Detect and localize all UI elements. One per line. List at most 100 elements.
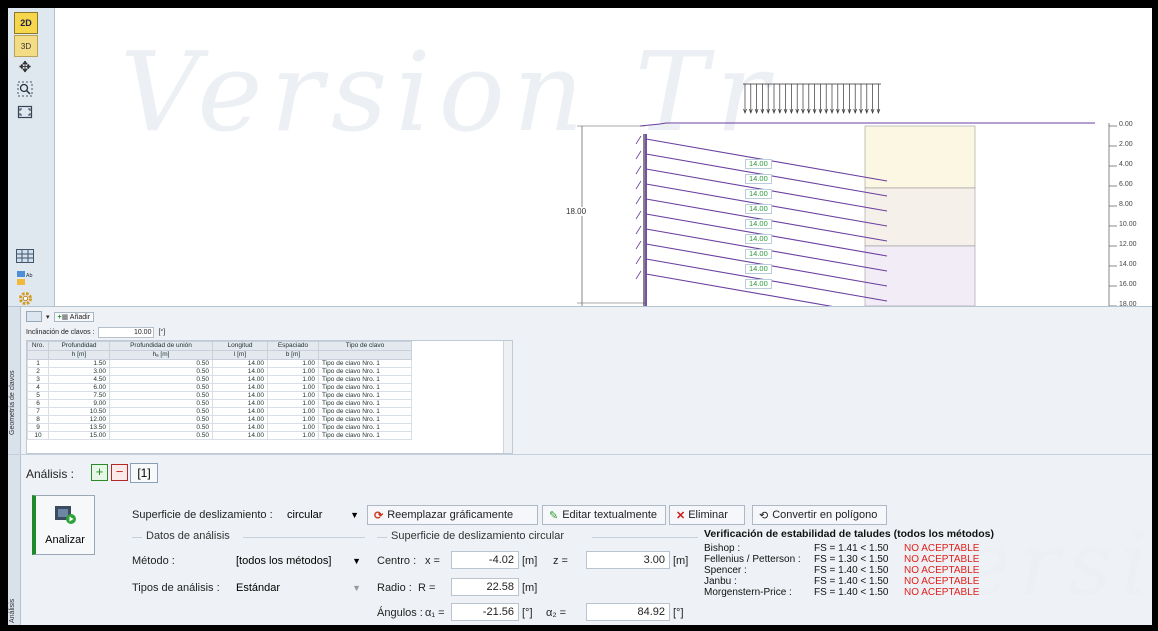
nail-table-header: Profundidad — [48, 341, 110, 351]
analysis-tab-label: Análisis : — [26, 467, 75, 481]
nail-table-cell: 1.00 — [267, 383, 319, 392]
nail-length-label: 14.00 — [745, 249, 772, 259]
alpha1-input[interactable]: -21.56 — [451, 603, 519, 621]
chevron-down-icon: ▼ — [352, 583, 361, 593]
nail-table-cell: 15.00 — [48, 431, 110, 440]
verification-method: Morgenstern-Price : — [704, 587, 792, 598]
remove-analysis-button[interactable]: − — [111, 464, 128, 481]
nail-head-marker — [635, 240, 642, 250]
nail-table-row[interactable]: 3 4.50 0.50 14.00 1.00 Tipo de clavo Nro. 1 — [27, 375, 412, 384]
label-settings-icon[interactable]: Ab — [14, 268, 36, 288]
slip-surface-value: circular — [287, 509, 323, 521]
table-view-icon[interactable] — [14, 246, 36, 266]
nail-table-cell: Tipo de clavo Nro. 1 — [318, 375, 412, 384]
analysis-stage-tab[interactable]: [1] — [130, 463, 158, 483]
nail-table-unit — [318, 350, 412, 360]
nail-table-cell: 1.00 — [267, 407, 319, 416]
alpha2-input[interactable]: 84.92 — [586, 603, 670, 621]
nail-table-row[interactable]: 7 10.50 0.50 14.00 1.00 Tipo de clavo Nro. 1 — [27, 407, 412, 416]
nail-table-cell: 1.00 — [267, 391, 319, 400]
settings-gear-icon[interactable] — [14, 288, 36, 308]
nail-table-cell: Tipo de clavo Nro. 1 — [318, 399, 412, 408]
nail-table-cell: 10 — [27, 431, 49, 440]
nail-table-cell: 9.00 — [48, 399, 110, 408]
dropdown-arrow-icon[interactable]: ▾ — [46, 313, 50, 321]
nail-length-label: 14.00 — [745, 189, 772, 199]
analysis-side-tab[interactable]: Análisis — [8, 455, 21, 625]
nail-table-cell: 14.00 — [212, 367, 268, 376]
zoom-icon[interactable] — [14, 79, 36, 99]
center-x-input[interactable]: -4.02 — [451, 551, 519, 569]
slip-surface-select[interactable]: circular ▼ — [283, 506, 363, 524]
nail-table-cell: Tipo de clavo Nro. 1 — [318, 391, 412, 400]
nail-table-cell: 1.00 — [267, 431, 319, 440]
nail-geometry-panel: Geometría de clavos ▾ +▦ Añadir Inclinac… — [8, 306, 1152, 455]
nail-table-cell: 12.00 — [48, 415, 110, 424]
nail-table-cell: 1.00 — [267, 375, 319, 384]
z-label: z = — [553, 555, 568, 567]
inclination-input[interactable]: 10.00 — [98, 327, 155, 338]
geometry-side-label: Geometría de clavos — [9, 370, 16, 435]
view-toolbar: 2D 3D ✥ Ab — [8, 8, 55, 306]
nail-table-cell: 4.50 — [48, 375, 110, 384]
nail-table-cell: 0.50 — [109, 415, 213, 424]
nail-table-cell: 1.00 — [267, 367, 319, 376]
table-scrollbar[interactable] — [503, 341, 512, 453]
nail-table-row[interactable]: 1 1.50 0.50 14.00 1.00 Tipo de clavo Nro. 1 — [27, 359, 412, 368]
fit-to-view-icon[interactable] — [14, 102, 36, 122]
add-analysis-button[interactable]: + — [91, 464, 108, 481]
nail-length-label: 14.00 — [745, 204, 772, 214]
nail-table-header: Longitud — [212, 341, 268, 351]
move-icon[interactable]: ✥ — [14, 57, 36, 77]
delete-button[interactable]: ✕ Eliminar — [669, 505, 745, 525]
add-nail-button[interactable]: +▦ Añadir — [53, 311, 95, 322]
depth-tick-label: 12.00 — [1119, 241, 1137, 248]
nail-table-row[interactable]: 4 6.00 0.50 14.00 1.00 Tipo de clavo Nro. 1 — [27, 383, 412, 392]
nail-table-cell: 3 — [27, 375, 49, 384]
nail-table-row[interactable]: 2 3.00 0.50 14.00 1.00 Tipo de clavo Nro. 1 — [27, 367, 412, 376]
nail-table-cell: 14.00 — [212, 399, 268, 408]
method-select[interactable]: [todos los métodos] ▼ — [231, 551, 366, 571]
nail-table-row[interactable]: 8 12.00 0.50 14.00 1.00 Tipo de clavo Nro. 1 — [27, 415, 412, 424]
edit-textually-button[interactable]: ✎ Editar textualmente — [542, 505, 666, 525]
center-z-input[interactable]: 3.00 — [586, 551, 670, 569]
nail-table-cell: 0.50 — [109, 407, 213, 416]
nail-table-row[interactable]: 10 15.00 0.50 14.00 1.00 Tipo de clavo Nro. 1 — [27, 431, 412, 440]
nail-table-row[interactable]: 9 13.50 0.50 14.00 1.00 Tipo de clavo Nro. 1 — [27, 423, 412, 432]
nail-table-unit: l [m] — [212, 350, 268, 360]
analysis-panel: Análisis Análisis : + − [1] Analizar Sup… — [8, 454, 1152, 625]
depth-tick-label: 4.00 — [1119, 161, 1133, 168]
x-label: x = — [425, 555, 440, 567]
nail-head-marker — [635, 210, 642, 220]
convert-polygon-button[interactable]: ⟲ Convertir en polígono — [752, 505, 887, 525]
nail-table-row[interactable]: 5 7.50 0.50 14.00 1.00 Tipo de clavo Nro. 1 — [27, 391, 412, 400]
analyze-button[interactable]: Analizar — [32, 495, 95, 555]
nail-length-label: 14.00 — [745, 219, 772, 229]
nail-table-cell: 0.50 — [109, 375, 213, 384]
convert-polygon-label: Convertir en polígono — [772, 509, 878, 521]
analysis-type-select[interactable]: Estándar ▼ — [231, 578, 366, 598]
verification-title: Verificación de estabilidad de taludes (… — [704, 528, 994, 540]
r-label: R = — [418, 582, 436, 594]
nail-table-cell: 14.00 — [212, 375, 268, 384]
nail-table-header: Nro. — [27, 341, 49, 351]
nail-table-cell: 0.50 — [109, 359, 213, 368]
depth-tick-label: 10.00 — [1119, 221, 1137, 228]
nail-table-cell: Tipo de clavo Nro. 1 — [318, 407, 412, 416]
view-2d-button[interactable]: 2D — [14, 12, 38, 34]
view-3d-button[interactable]: 3D — [14, 35, 38, 57]
edit-textually-label: Editar textualmente — [562, 509, 657, 521]
replace-graphically-button[interactable]: ⟳ Reemplazar gráficamente — [367, 505, 538, 525]
nail-table-header: Espaciado — [267, 341, 319, 351]
drawing-canvas[interactable]: Version Tr 18.00 14.00 14.00 14.00 14.00… — [55, 8, 1152, 308]
nail-table-cell: 1.00 — [267, 415, 319, 424]
nail-head-marker — [635, 135, 642, 145]
nail-table-row[interactable]: 6 9.00 0.50 14.00 1.00 Tipo de clavo Nro. 1 — [27, 399, 412, 408]
depth-tick-label: 16.00 — [1119, 281, 1137, 288]
nail-table-cell: 4 — [27, 383, 49, 392]
geometry-side-tab[interactable]: Geometría de clavos — [8, 307, 21, 455]
table-mode-icon[interactable] — [26, 311, 42, 322]
nail-table-cell: 14.00 — [212, 407, 268, 416]
radius-input[interactable]: 22.58 — [451, 578, 519, 596]
nail-table-cell: 8 — [27, 415, 49, 424]
